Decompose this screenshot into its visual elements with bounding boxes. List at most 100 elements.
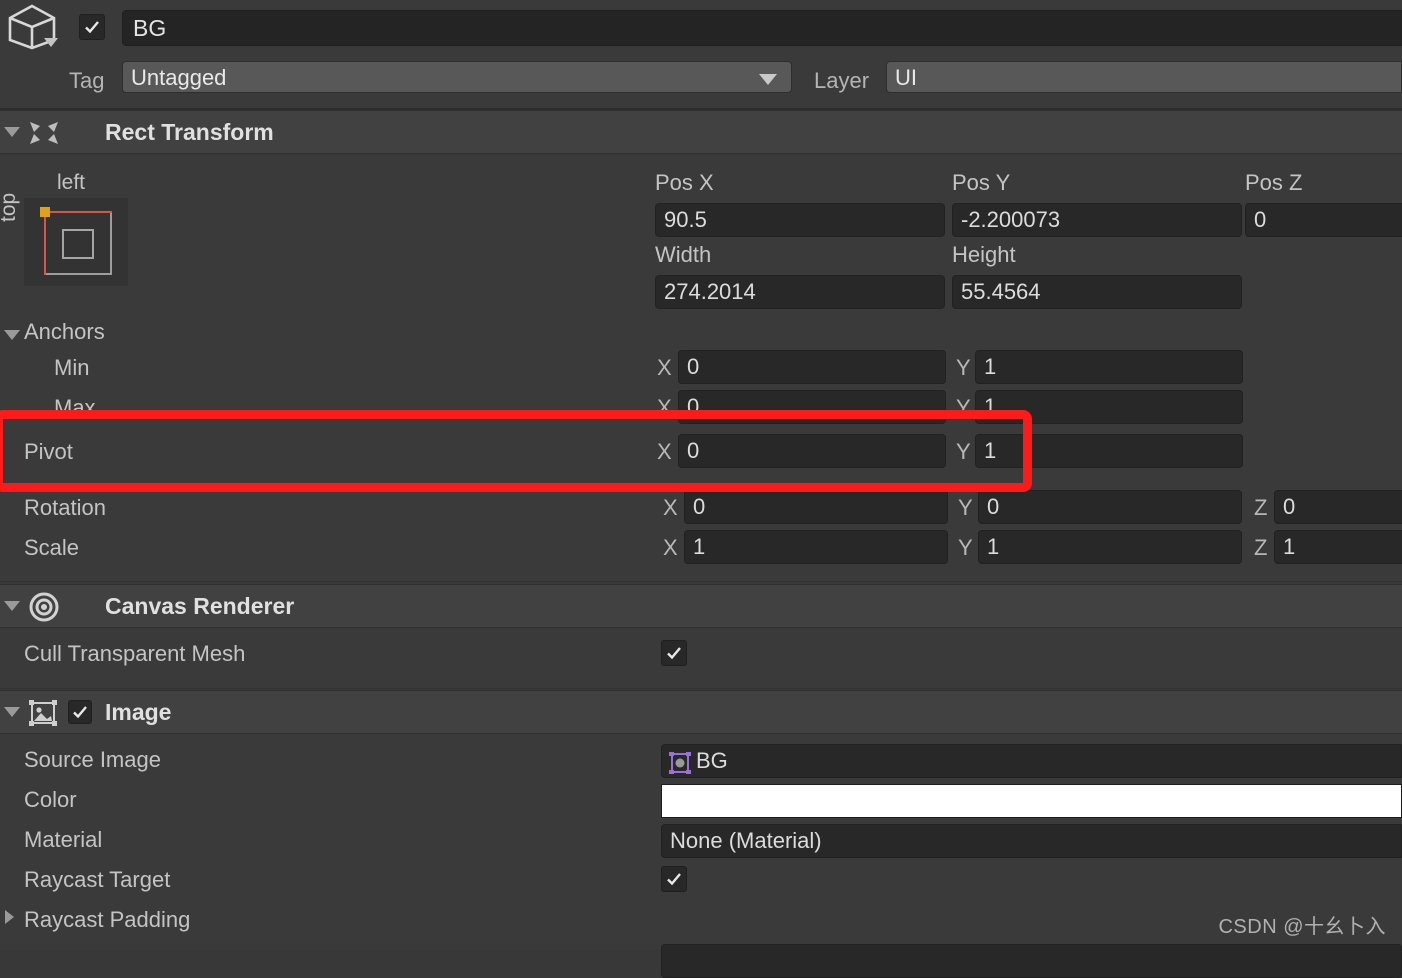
color-label: Color bbox=[24, 787, 77, 812]
anchor-horizontal-label: left bbox=[57, 171, 86, 194]
material-label: Material bbox=[24, 827, 103, 852]
image-component-title: Image bbox=[105, 699, 172, 725]
rotation-x-value: 0 bbox=[693, 494, 706, 519]
pos-z-label: Pos Z bbox=[1245, 170, 1303, 195]
width-value: 274.2014 bbox=[664, 279, 756, 304]
image-component-icon bbox=[29, 700, 57, 726]
width-input[interactable]: 274.2014 bbox=[655, 275, 945, 309]
anchor-max-label: Max bbox=[54, 395, 96, 420]
pos-x-value: 90.5 bbox=[664, 207, 707, 232]
scale-x-value: 1 bbox=[693, 534, 706, 559]
anchor-max-x-input[interactable]: 0 bbox=[678, 390, 946, 424]
gameobject-icon-wrap[interactable] bbox=[2, 2, 64, 54]
scale-y-axis: Y bbox=[958, 535, 973, 560]
rotation-y-axis: Y bbox=[958, 495, 973, 520]
unity-inspector-panel: BG Tag Layer Untagged UI Rect Transform … bbox=[0, 0, 1402, 978]
layer-dropdown[interactable]: UI bbox=[886, 61, 1402, 93]
rotation-x-input[interactable]: 0 bbox=[684, 490, 948, 524]
anchor-max-x-axis: X bbox=[657, 395, 672, 420]
rect-transform-header[interactable]: Rect Transform bbox=[0, 110, 1402, 154]
color-swatch-field[interactable] bbox=[661, 784, 1402, 818]
scale-z-value: 1 bbox=[1283, 534, 1296, 559]
image-component-header[interactable]: Image bbox=[0, 690, 1402, 734]
pivot-y-value: 1 bbox=[984, 438, 997, 463]
raycast-target-checkbox[interactable] bbox=[661, 866, 687, 892]
pos-z-value: 0 bbox=[1254, 207, 1267, 232]
tag-value: Untagged bbox=[131, 65, 227, 90]
check-icon bbox=[85, 21, 99, 34]
canvas-renderer-bottom-separator bbox=[0, 688, 1402, 689]
anchor-max-y-value: 1 bbox=[984, 394, 997, 419]
anchor-min-x-axis: X bbox=[657, 355, 672, 380]
pivot-x-value: 0 bbox=[687, 438, 700, 463]
icon-dropdown-caret[interactable] bbox=[44, 38, 58, 47]
pos-y-input[interactable]: -2.200073 bbox=[952, 203, 1242, 237]
tag-label: Tag bbox=[69, 68, 105, 93]
rect-transform-bottom-separator bbox=[0, 581, 1402, 582]
clipped-bottom-field[interactable] bbox=[661, 944, 1402, 978]
anchor-min-y-input[interactable]: 1 bbox=[975, 350, 1243, 384]
anchor-vertical-label: top bbox=[0, 192, 20, 222]
rotation-label: Rotation bbox=[24, 495, 106, 520]
anchor-min-y-axis: Y bbox=[956, 355, 971, 380]
anchor-top-edge bbox=[44, 211, 112, 213]
anchor-min-x-value: 0 bbox=[687, 354, 700, 379]
anchor-min-x-input[interactable]: 0 bbox=[678, 350, 946, 384]
canvas-renderer-header[interactable]: Canvas Renderer bbox=[0, 584, 1402, 628]
cull-transparent-mesh-checkbox[interactable] bbox=[661, 640, 687, 666]
rotation-x-axis: X bbox=[663, 495, 678, 520]
cull-transparent-mesh-label: Cull Transparent Mesh bbox=[24, 641, 246, 666]
material-object-field[interactable]: None (Material) bbox=[661, 824, 1402, 858]
scale-y-value: 1 bbox=[987, 534, 1000, 559]
gameobject-name-input[interactable]: BG bbox=[122, 10, 1402, 46]
scale-x-axis: X bbox=[663, 535, 678, 560]
anchor-max-x-value: 0 bbox=[687, 394, 700, 419]
rotation-z-input[interactable]: 0 bbox=[1274, 490, 1402, 524]
anchor-max-y-axis: Y bbox=[956, 395, 971, 420]
raycast-padding-foldout-arrow-icon[interactable] bbox=[5, 910, 14, 924]
material-value: None (Material) bbox=[670, 828, 822, 853]
source-image-value: BG bbox=[696, 748, 728, 773]
image-enabled-checkbox[interactable] bbox=[68, 700, 92, 724]
pos-z-input[interactable]: 0 bbox=[1245, 203, 1402, 237]
width-label: Width bbox=[655, 242, 712, 267]
source-image-label: Source Image bbox=[24, 747, 161, 772]
anchors-foldout-arrow-icon[interactable] bbox=[4, 330, 20, 340]
foldout-arrow-icon[interactable] bbox=[4, 601, 20, 611]
height-value: 55.4564 bbox=[961, 279, 1041, 304]
foldout-arrow-icon[interactable] bbox=[4, 127, 20, 137]
pivot-y-axis: Y bbox=[956, 439, 971, 464]
layer-value: UI bbox=[895, 65, 917, 90]
scale-z-axis: Z bbox=[1254, 535, 1268, 560]
check-icon bbox=[73, 706, 87, 719]
pos-x-input[interactable]: 90.5 bbox=[655, 203, 945, 237]
rotation-y-input[interactable]: 0 bbox=[978, 490, 1242, 524]
gameobject-enabled-checkbox[interactable] bbox=[79, 14, 105, 40]
pos-y-value: -2.200073 bbox=[961, 207, 1061, 232]
scale-z-input[interactable]: 1 bbox=[1274, 530, 1402, 564]
pivot-x-input[interactable]: 0 bbox=[678, 434, 946, 468]
anchor-inner-rect bbox=[62, 229, 94, 259]
rotation-y-value: 0 bbox=[987, 494, 1000, 519]
rect-transform-icon bbox=[30, 122, 58, 144]
scale-x-input[interactable]: 1 bbox=[684, 530, 948, 564]
height-input[interactable]: 55.4564 bbox=[952, 275, 1242, 309]
scale-y-input[interactable]: 1 bbox=[978, 530, 1242, 564]
source-image-object-field[interactable]: BG bbox=[661, 744, 1402, 778]
foldout-arrow-icon[interactable] bbox=[4, 707, 20, 717]
rect-transform-title: Rect Transform bbox=[105, 119, 274, 145]
tag-dropdown[interactable]: Untagged bbox=[122, 61, 792, 93]
anchor-max-y-input[interactable]: 1 bbox=[975, 390, 1243, 424]
sprite-icon bbox=[669, 752, 691, 774]
raycast-target-label: Raycast Target bbox=[24, 867, 171, 892]
pos-x-label: Pos X bbox=[655, 170, 714, 195]
pivot-y-input[interactable]: 1 bbox=[975, 434, 1243, 468]
gameobject-header: BG bbox=[0, 0, 1402, 56]
pivot-label: Pivot bbox=[24, 439, 73, 464]
check-icon bbox=[667, 647, 681, 660]
pivot-handle-icon bbox=[40, 207, 50, 217]
csdn-watermark: CSDN @十幺卜入 bbox=[1218, 916, 1386, 938]
pos-y-label: Pos Y bbox=[952, 170, 1011, 195]
anchor-preset-widget[interactable] bbox=[24, 198, 128, 286]
scale-label: Scale bbox=[24, 535, 80, 560]
